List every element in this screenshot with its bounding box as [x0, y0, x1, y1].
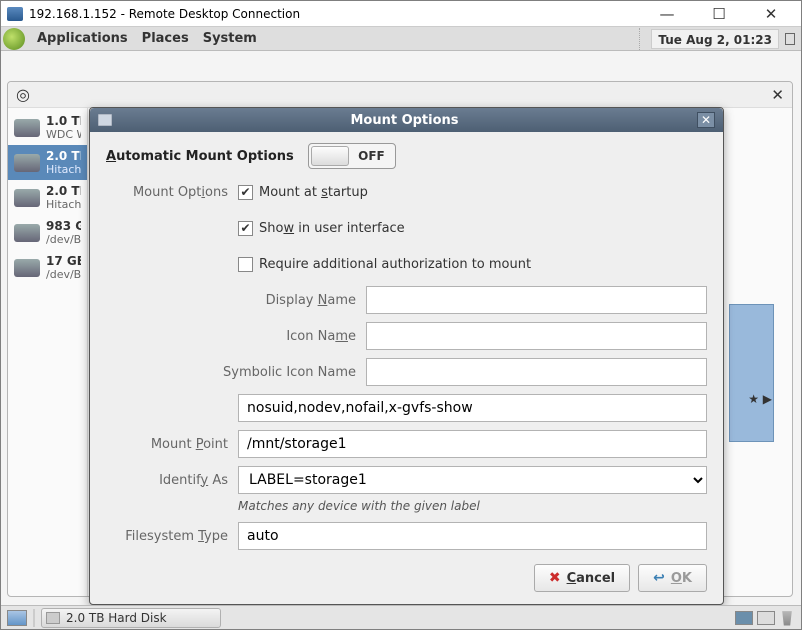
drive-model: WDC WD [46, 128, 81, 141]
drive-item[interactable]: 17 GB l /dev/Ba [8, 250, 87, 285]
require-auth-label: Require additional authorization to moun… [259, 257, 531, 272]
dialog-titlebar[interactable]: Mount Options ✕ [90, 108, 723, 132]
mount-options-label: Mount Options [106, 185, 238, 200]
hdd-icon [14, 119, 40, 137]
mount-options-dialog: Mount Options ✕ AAutomatic Mount Options… [89, 107, 724, 605]
volume-block[interactable] [729, 304, 774, 442]
trash-icon[interactable] [779, 610, 795, 626]
ok-icon: ↩ [653, 570, 665, 586]
switch-knob-icon [311, 146, 349, 166]
dialog-title: Mount Options [112, 113, 697, 128]
identify-as-label: Identify As [106, 473, 238, 488]
mount-at-startup-checkbox[interactable]: ✔ [238, 185, 253, 200]
drive-item[interactable]: 2.0 TB Hitachi H [8, 180, 87, 215]
hdd-icon [14, 224, 40, 242]
filesystem-type-input[interactable] [238, 522, 707, 550]
disks-close-button[interactable]: ✕ [771, 86, 784, 104]
mount-at-startup-label: Mount at startup [259, 185, 368, 200]
display-name-input[interactable] [366, 286, 707, 314]
identify-hint: Matches any device with the given label [238, 499, 480, 513]
disks-titlebar: ◎ ✕ [8, 82, 792, 108]
volume-footer-icons[interactable]: ★ ▶ [748, 392, 772, 406]
drive-size: 2.0 TB [46, 149, 81, 163]
mount-options-input[interactable] [238, 394, 707, 422]
rdc-titlebar: 192.168.1.152 - Remote Desktop Connectio… [1, 1, 801, 27]
panel-applet-icon[interactable] [785, 33, 795, 45]
rdc-title: 192.168.1.152 - Remote Desktop Connectio… [29, 7, 641, 21]
cancel-button[interactable]: ✖ CCancelancel [534, 564, 630, 592]
show-desktop-button[interactable] [7, 610, 27, 626]
taskbar-item-label: 2.0 TB Hard Disk [66, 611, 167, 625]
mount-point-label: Mount Point [106, 437, 238, 452]
ok-button[interactable]: ↩ OK [638, 564, 707, 592]
drive-size: 1.0 TB [46, 114, 81, 128]
hdd-icon [46, 612, 60, 624]
symbolic-icon-label: Symbolic Icon Name [106, 365, 366, 380]
mate-bottom-panel: 2.0 TB Hard Disk [1, 605, 801, 629]
drive-model: Hitachi H [46, 198, 81, 211]
drive-size: 17 GB l [46, 254, 81, 268]
drive-item-selected[interactable]: 2.0 TB Hitachi H [8, 145, 87, 180]
automatic-mount-label: AAutomatic Mount Optionsutomatic Mount O… [106, 149, 294, 164]
panel-clock[interactable]: Tue Aug 2, 01:23 [651, 29, 779, 49]
panel-separator [639, 28, 645, 50]
switch-state: OFF [358, 149, 393, 163]
workspace-2[interactable] [757, 611, 775, 625]
identify-as-select[interactable]: LABEL=storage1 [238, 466, 707, 494]
hdd-icon [14, 259, 40, 277]
icon-name-input[interactable] [366, 322, 707, 350]
drive-sidebar: 1.0 TB WDC WD 2.0 TB Hitachi H [8, 108, 88, 596]
hdd-icon [14, 189, 40, 207]
panel-grip-icon[interactable] [33, 609, 35, 627]
rdc-maximize-button[interactable]: ☐ [699, 5, 739, 23]
drive-size: 2.0 TB [46, 184, 81, 198]
menu-places[interactable]: Places [136, 31, 195, 46]
automatic-mount-switch[interactable]: OFF [308, 143, 396, 169]
mate-logo-icon[interactable] [3, 28, 25, 50]
workspace-1[interactable] [735, 611, 753, 625]
drive-model: /dev/Ba [46, 268, 81, 281]
dialog-close-button[interactable]: ✕ [697, 112, 715, 128]
mate-top-panel: Applications Places System Tue Aug 2, 01… [1, 27, 801, 51]
show-in-ui-checkbox[interactable]: ✔ [238, 221, 253, 236]
mount-point-input[interactable] [238, 430, 707, 458]
menu-system[interactable]: System [197, 31, 263, 46]
cancel-icon: ✖ [549, 570, 561, 586]
filesystem-type-label: Filesystem Type [106, 529, 238, 544]
drive-model: Hitachi H [46, 163, 81, 176]
hdd-icon [14, 154, 40, 172]
power-icon[interactable]: ◎ [16, 85, 30, 104]
rdc-close-button[interactable]: ✕ [751, 5, 791, 23]
ok-label: OK [671, 571, 692, 586]
display-name-label: Display Name [106, 293, 366, 308]
drive-item[interactable]: 1.0 TB WDC WD [8, 110, 87, 145]
require-auth-checkbox[interactable] [238, 257, 253, 272]
menu-applications[interactable]: Applications [31, 31, 134, 46]
taskbar-item[interactable]: 2.0 TB Hard Disk [41, 608, 221, 628]
dialog-icon [98, 114, 112, 126]
show-in-ui-label: Show in user interface [259, 221, 405, 236]
drive-model: /dev/Ba [46, 233, 81, 246]
rdc-icon [7, 7, 23, 21]
rdc-minimize-button[interactable]: — [647, 5, 687, 23]
symbolic-icon-input[interactable] [366, 358, 707, 386]
drive-size: 983 GB [46, 219, 81, 233]
drive-item[interactable]: 983 GB /dev/Ba [8, 215, 87, 250]
icon-name-label: Icon Name [106, 329, 366, 344]
